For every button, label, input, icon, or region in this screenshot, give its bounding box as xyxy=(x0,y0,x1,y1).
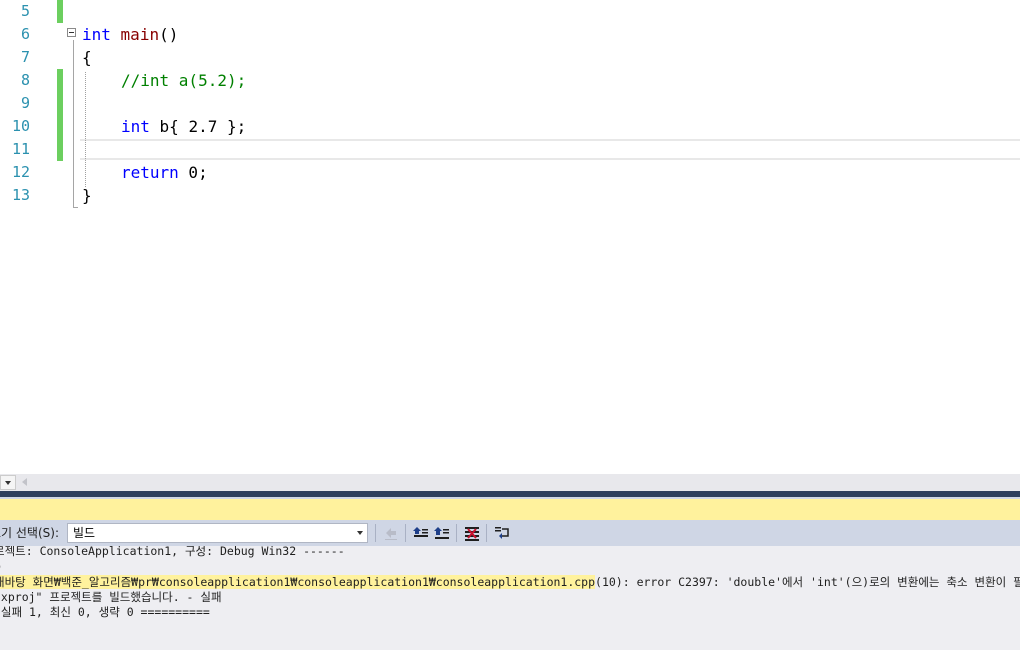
code-line: 11 xyxy=(0,138,1020,161)
horizontal-scrollbar[interactable] xyxy=(0,474,1020,491)
code-line: 9 xyxy=(0,92,1020,115)
output-source-select[interactable]: 빌드 xyxy=(67,523,368,543)
code-text: { xyxy=(82,48,92,67)
output-line: 로젝트: ConsoleApplication1, 구성: Debug Win3… xyxy=(0,546,345,558)
line-number: 10 xyxy=(11,117,30,135)
outline-fold-end xyxy=(73,207,78,208)
code-text: } xyxy=(82,186,92,205)
error-path-highlight: 배바탕 화면₩백준_알고리즘₩pr₩consoleapplication1₩co… xyxy=(0,575,596,589)
code-editor[interactable]: 5 6 int main() 7 { 8 //int a(5.2); 9 10 … xyxy=(0,0,1020,474)
change-marker xyxy=(57,92,63,115)
output-error-line[interactable]: 배바탕 화면₩백준_알고리즘₩pr₩consoleapplication1₩co… xyxy=(0,575,1020,590)
output-panel-title-bar[interactable] xyxy=(0,499,1020,520)
clear-all-icon[interactable] xyxy=(463,524,481,542)
line-number: 9 xyxy=(20,94,30,112)
output-text-area[interactable]: 로젝트: ConsoleApplication1, 구성: Debug Win3… xyxy=(0,546,1020,650)
change-marker xyxy=(57,0,63,23)
toolbar-separator xyxy=(486,524,487,542)
toolbar-separator xyxy=(456,524,457,542)
chevron-down-icon xyxy=(357,531,363,535)
toolbar-separator xyxy=(405,524,406,542)
go-to-previous-message-icon[interactable] xyxy=(382,524,400,542)
line-number: 5 xyxy=(20,2,30,20)
output-line: p xyxy=(0,559,1,574)
change-marker xyxy=(57,115,63,138)
line-number: 13 xyxy=(11,186,30,204)
code-token: 0; xyxy=(178,163,208,182)
code-text: int b{ 2.7 }; xyxy=(121,115,246,138)
show-output-from-label: 보기 선택(S): xyxy=(0,526,59,540)
line-number: 11 xyxy=(11,140,30,158)
output-line: cxproj" 프로젝트를 빌드했습니다. - 실패 xyxy=(0,590,222,604)
code-line: 5 xyxy=(0,0,1020,23)
output-toolbar: 보기 선택(S): 빌드 xyxy=(0,520,1020,546)
keyword-token: int xyxy=(82,25,111,44)
change-marker xyxy=(57,69,63,92)
toggle-word-wrap-icon[interactable] xyxy=(493,524,511,542)
code-token: () xyxy=(159,25,179,44)
code-line: 7 { xyxy=(0,46,1020,69)
code-text: int main() xyxy=(82,23,178,46)
output-line: 실패 1, 최신 0, 생략 0 ========== xyxy=(0,605,210,619)
code-line: 6 int main() xyxy=(0,23,1020,46)
function-name-token: main xyxy=(120,25,160,44)
error-message: (10): error C2397: 'double'에서 'int'(으)로의… xyxy=(595,575,1020,589)
code-text: return 0; xyxy=(121,161,208,184)
zoom-dropdown[interactable] xyxy=(0,475,16,490)
code-line: 10 int b{ 2.7 }; xyxy=(0,115,1020,138)
line-number: 6 xyxy=(20,25,30,43)
keyword-token: return xyxy=(121,163,179,182)
code-token: b{ 2.7 }; xyxy=(149,117,247,136)
code-line: 8 //int a(5.2); xyxy=(0,69,1020,92)
output-source-value: 빌드 xyxy=(73,526,96,540)
comment-token: //int a(5.2); xyxy=(121,71,247,90)
line-number: 7 xyxy=(20,48,30,66)
go-to-next-message-icon[interactable] xyxy=(412,524,430,542)
code-line: 13 } xyxy=(0,184,1020,207)
code-line: 12 return 0; xyxy=(0,161,1020,184)
scroll-left-icon[interactable] xyxy=(22,478,27,486)
keyword-token: int xyxy=(121,117,150,136)
find-message-icon[interactable] xyxy=(433,524,451,542)
line-number: 8 xyxy=(20,71,30,89)
toolbar-separator xyxy=(375,524,376,542)
line-number: 12 xyxy=(11,163,30,181)
change-marker xyxy=(57,138,63,161)
